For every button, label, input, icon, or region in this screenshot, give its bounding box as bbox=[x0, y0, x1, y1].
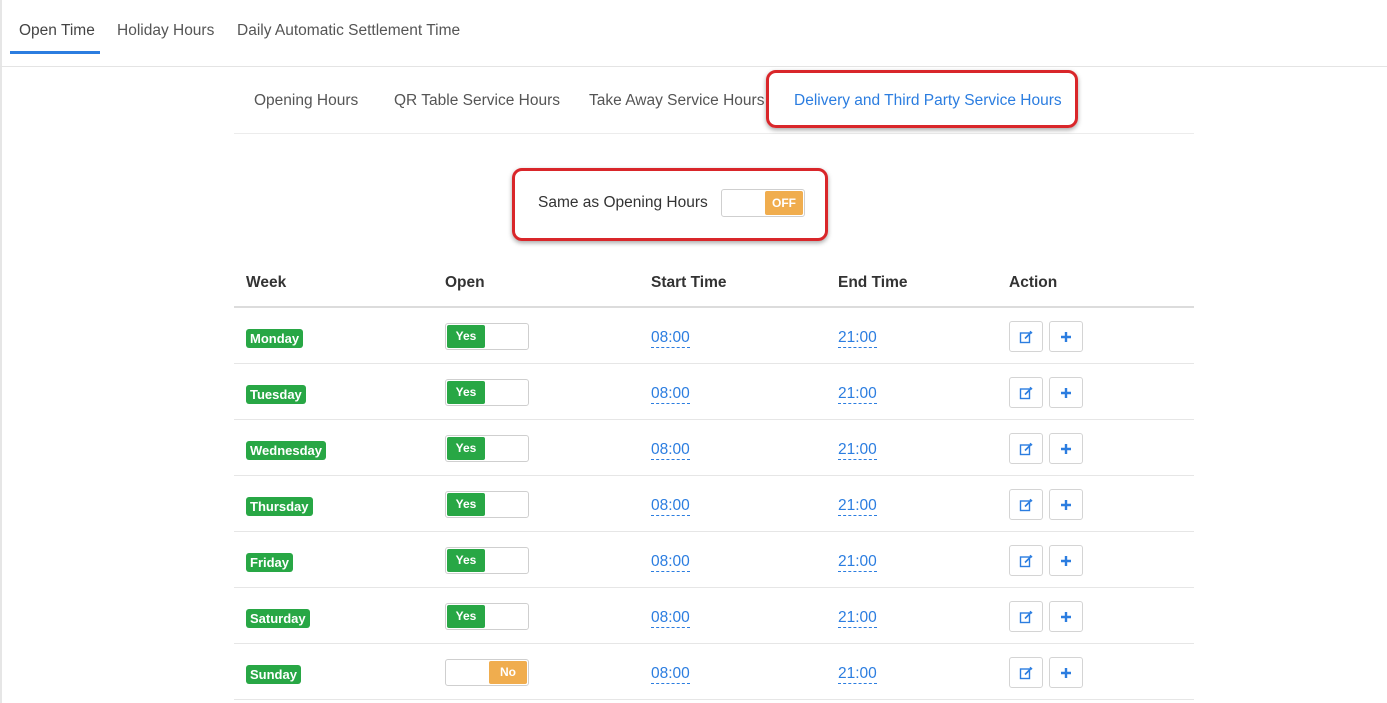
tab-holiday-hours[interactable]: Holiday Hours bbox=[117, 22, 214, 40]
plus-icon bbox=[1061, 667, 1071, 678]
active-tab-indicator bbox=[10, 51, 100, 54]
add-button[interactable] bbox=[1049, 433, 1083, 464]
plus-icon bbox=[1061, 555, 1071, 566]
table-row: Monday Yes 08:00 21:00 bbox=[234, 308, 1194, 364]
tab-open-time[interactable]: Open Time bbox=[19, 22, 95, 40]
edit-icon bbox=[1019, 610, 1033, 623]
day-badge: Saturday bbox=[246, 609, 310, 628]
highlight-box-delivery-tab bbox=[766, 70, 1078, 128]
plus-icon bbox=[1061, 331, 1071, 342]
header-action: Action bbox=[1009, 274, 1058, 291]
edit-button[interactable] bbox=[1009, 489, 1043, 520]
start-time-link[interactable]: 08:00 bbox=[651, 553, 690, 572]
open-toggle[interactable]: Yes bbox=[445, 491, 529, 518]
edit-button[interactable] bbox=[1009, 321, 1043, 352]
end-time-link[interactable]: 21:00 bbox=[838, 497, 877, 516]
subtab-opening-hours[interactable]: Opening Hours bbox=[254, 92, 358, 110]
edit-button[interactable] bbox=[1009, 657, 1043, 688]
end-time-link[interactable]: 21:00 bbox=[838, 553, 877, 572]
open-toggle[interactable]: Yes bbox=[445, 603, 529, 630]
edit-icon bbox=[1019, 666, 1033, 679]
day-badge: Tuesday bbox=[246, 385, 306, 404]
start-time-link[interactable]: 08:00 bbox=[651, 329, 690, 348]
end-time-link[interactable]: 21:00 bbox=[838, 609, 877, 628]
plus-icon bbox=[1061, 387, 1071, 398]
open-toggle[interactable]: Yes bbox=[445, 435, 529, 462]
edit-icon bbox=[1019, 330, 1033, 343]
plus-icon bbox=[1061, 499, 1071, 510]
end-time-link[interactable]: 21:00 bbox=[838, 329, 877, 348]
table-row: Tuesday Yes 08:00 21:00 bbox=[234, 364, 1194, 420]
open-toggle-state: Yes bbox=[447, 605, 485, 628]
open-toggle[interactable]: No bbox=[445, 659, 529, 686]
add-button[interactable] bbox=[1049, 377, 1083, 408]
header-open: Open bbox=[445, 274, 485, 291]
day-badge: Thursday bbox=[246, 497, 313, 516]
hours-table-header: Week Open Start Time End Time Action bbox=[234, 262, 1194, 308]
subtab-qr-table-service-hours[interactable]: QR Table Service Hours bbox=[394, 92, 560, 110]
tab-daily-settlement-time[interactable]: Daily Automatic Settlement Time bbox=[237, 22, 460, 40]
day-badge: Wednesday bbox=[246, 441, 327, 460]
start-time-link[interactable]: 08:00 bbox=[651, 441, 690, 460]
open-toggle[interactable]: Yes bbox=[445, 323, 529, 350]
open-toggle-state: Yes bbox=[447, 549, 485, 572]
end-time-link[interactable]: 21:00 bbox=[838, 385, 877, 404]
table-row: Saturday Yes 08:00 21:00 bbox=[234, 588, 1194, 644]
highlight-box-same-as-opening bbox=[512, 168, 828, 241]
edit-button[interactable] bbox=[1009, 377, 1043, 408]
page-left-border bbox=[0, 0, 2, 703]
start-time-link[interactable]: 08:00 bbox=[651, 609, 690, 628]
open-toggle[interactable]: Yes bbox=[445, 547, 529, 574]
add-button[interactable] bbox=[1049, 601, 1083, 632]
plus-icon bbox=[1061, 611, 1071, 622]
table-row: Thursday Yes 08:00 21:00 bbox=[234, 476, 1194, 532]
edit-button[interactable] bbox=[1009, 601, 1043, 632]
add-button[interactable] bbox=[1049, 545, 1083, 576]
start-time-link[interactable]: 08:00 bbox=[651, 497, 690, 516]
plus-icon bbox=[1061, 443, 1071, 454]
start-time-link[interactable]: 08:00 bbox=[651, 665, 690, 684]
add-button[interactable] bbox=[1049, 489, 1083, 520]
edit-button[interactable] bbox=[1009, 545, 1043, 576]
end-time-link[interactable]: 21:00 bbox=[838, 441, 877, 460]
edit-icon bbox=[1019, 386, 1033, 399]
edit-icon bbox=[1019, 442, 1033, 455]
table-row: Friday Yes 08:00 21:00 bbox=[234, 532, 1194, 588]
open-toggle-state: Yes bbox=[447, 493, 485, 516]
open-toggle[interactable]: Yes bbox=[445, 379, 529, 406]
header-start-time: Start Time bbox=[651, 274, 727, 291]
open-toggle-state: No bbox=[489, 661, 527, 684]
add-button[interactable] bbox=[1049, 657, 1083, 688]
open-toggle-state: Yes bbox=[447, 381, 485, 404]
start-time-link[interactable]: 08:00 bbox=[651, 385, 690, 404]
day-badge: Friday bbox=[246, 553, 294, 572]
open-toggle-state: Yes bbox=[447, 325, 485, 348]
open-toggle-state: Yes bbox=[447, 437, 485, 460]
end-time-link[interactable]: 21:00 bbox=[838, 665, 877, 684]
edit-button[interactable] bbox=[1009, 433, 1043, 464]
edit-icon bbox=[1019, 554, 1033, 567]
table-row: Wednesday Yes 08:00 21:00 bbox=[234, 420, 1194, 476]
subtab-take-away-service-hours[interactable]: Take Away Service Hours bbox=[589, 92, 764, 110]
add-button[interactable] bbox=[1049, 321, 1083, 352]
edit-icon bbox=[1019, 498, 1033, 511]
table-row: Sunday No 08:00 21:00 bbox=[234, 644, 1194, 700]
day-badge: Sunday bbox=[246, 665, 301, 684]
day-badge: Monday bbox=[246, 329, 304, 348]
header-end-time: End Time bbox=[838, 274, 908, 291]
header-week: Week bbox=[246, 274, 287, 291]
top-tab-bar: Open Time Holiday Hours Daily Automatic … bbox=[0, 0, 1387, 67]
